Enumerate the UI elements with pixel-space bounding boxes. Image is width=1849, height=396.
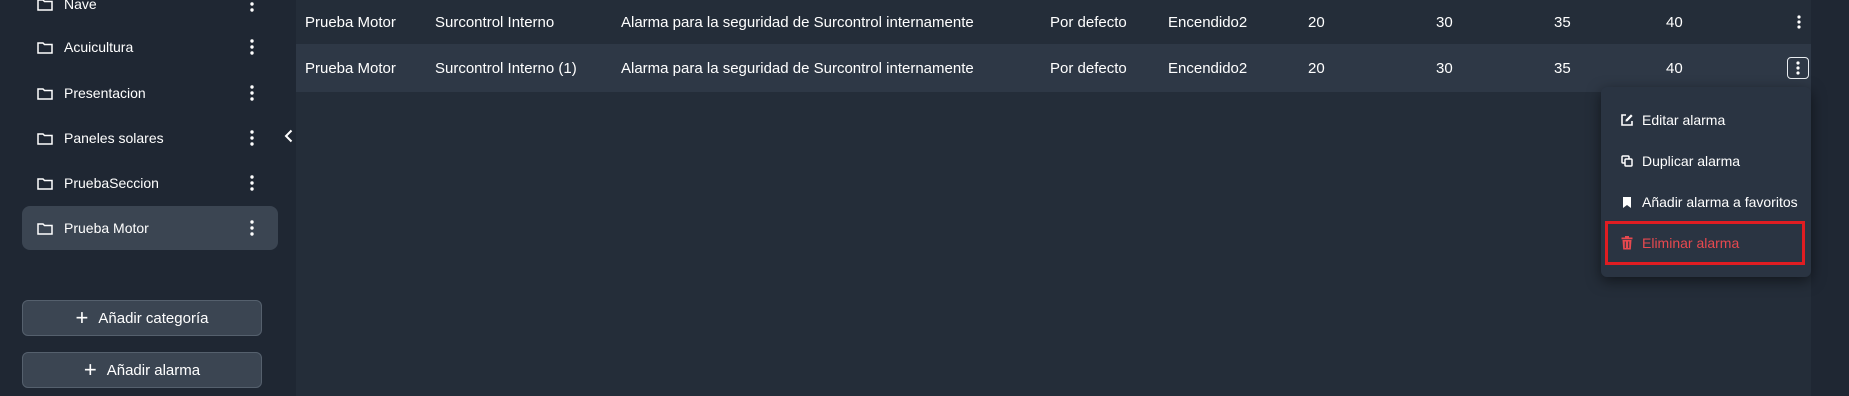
- table-row[interactable]: Prueba Motor Surcontrol Interno (1) Alar…: [296, 44, 1811, 92]
- alarm-table: Prueba Motor Surcontrol Interno Alarma p…: [296, 0, 1811, 396]
- cell-description: Alarma para la seguridad de Surcontrol i…: [621, 13, 974, 31]
- duplicate-alarm-label: Duplicar alarma: [1642, 153, 1741, 169]
- cell-value-2: 30: [1436, 59, 1453, 77]
- cell-value-3: 35: [1554, 59, 1571, 77]
- chevron-left-icon: [284, 129, 292, 143]
- cell-profile: Por defecto: [1050, 59, 1127, 77]
- sidebar-item-presentacion[interactable]: Presentacion: [22, 71, 278, 115]
- row-actions-menu: Editar alarma Duplicar alarma Añadir ala…: [1601, 87, 1811, 277]
- more-vertical-icon[interactable]: [242, 123, 262, 153]
- table-row[interactable]: Prueba Motor Surcontrol Interno Alarma p…: [296, 0, 1811, 44]
- more-vertical-icon[interactable]: [242, 32, 262, 62]
- folder-icon: [36, 0, 54, 11]
- duplicate-icon: [1620, 154, 1634, 168]
- add-alarm-label: Añadir alarma: [106, 361, 201, 379]
- more-vertical-icon[interactable]: [242, 0, 262, 19]
- cell-value-3: 35: [1554, 13, 1571, 31]
- cell-profile: Por defecto: [1050, 13, 1127, 31]
- row-actions-icon[interactable]: [1788, 11, 1810, 33]
- plus-icon: +: [83, 357, 97, 382]
- sidebar-item-label: Paneles solares: [64, 130, 164, 146]
- sidebar-item-acuicultura[interactable]: Acuicultura: [22, 25, 278, 69]
- cell-value-1: 20: [1308, 13, 1325, 31]
- sidebar-item-pruebaseccion[interactable]: PruebaSeccion: [22, 161, 278, 205]
- cell-signal: Encendido2: [1168, 59, 1248, 77]
- cell-value-1: 20: [1308, 59, 1325, 77]
- sidebar-item-label: Acuicultura: [64, 39, 134, 55]
- more-vertical-icon[interactable]: [242, 168, 262, 198]
- cell-source: Surcontrol Interno: [435, 13, 555, 31]
- duplicate-alarm-menu-item[interactable]: Duplicar alarma: [1601, 141, 1811, 181]
- sidebar: Nave Acuicultura Presentacion Paneles so…: [0, 0, 296, 396]
- add-alarm-button[interactable]: + Añadir alarma: [22, 352, 262, 388]
- favorite-alarm-label: Añadir alarma a favoritos: [1642, 194, 1798, 210]
- cell-signal: Encendido2: [1168, 13, 1248, 31]
- more-vertical-icon[interactable]: [242, 78, 262, 108]
- sidebar-item-nave[interactable]: Nave: [22, 0, 278, 26]
- sidebar-item-label: PruebaSeccion: [64, 175, 159, 191]
- favorite-alarm-menu-item[interactable]: Añadir alarma a favoritos: [1601, 182, 1811, 222]
- cell-description: Alarma para la seguridad de Surcontrol i…: [621, 59, 974, 77]
- cell-source: Surcontrol Interno (1): [435, 59, 577, 77]
- sidebar-item-label: Nave: [64, 0, 97, 12]
- folder-icon: [36, 221, 54, 235]
- sidebar-item-label: Presentacion: [64, 85, 146, 101]
- edit-alarm-label: Editar alarma: [1642, 112, 1726, 128]
- folder-icon: [36, 176, 54, 190]
- add-category-button[interactable]: + Añadir categoría: [22, 300, 262, 336]
- add-category-label: Añadir categoría: [98, 309, 209, 327]
- folder-icon: [36, 86, 54, 100]
- sidebar-item-label: Prueba Motor: [64, 220, 149, 236]
- delete-alarm-menu-item[interactable]: Eliminar alarma: [1601, 223, 1811, 263]
- sidebar-item-paneles-solares[interactable]: Paneles solares: [22, 116, 278, 160]
- trash-icon: [1620, 236, 1634, 250]
- scrollbar[interactable]: [1811, 0, 1849, 396]
- edit-icon: [1620, 113, 1634, 127]
- cell-value-2: 30: [1436, 13, 1453, 31]
- bookmark-icon: [1620, 195, 1634, 209]
- sidebar-item-prueba-motor[interactable]: Prueba Motor: [22, 206, 278, 250]
- row-actions-icon[interactable]: [1787, 57, 1809, 79]
- cell-value-4: 40: [1666, 13, 1683, 31]
- folder-icon: [36, 40, 54, 54]
- more-vertical-icon[interactable]: [242, 213, 262, 243]
- delete-alarm-label: Eliminar alarma: [1642, 235, 1740, 251]
- folder-icon: [36, 131, 54, 145]
- plus-icon: +: [75, 305, 89, 330]
- cell-value-4: 40: [1666, 59, 1683, 77]
- cell-name: Prueba Motor: [305, 59, 396, 77]
- collapse-sidebar-button[interactable]: [280, 124, 296, 148]
- edit-alarm-menu-item[interactable]: Editar alarma: [1601, 100, 1811, 140]
- cell-name: Prueba Motor: [305, 13, 396, 31]
